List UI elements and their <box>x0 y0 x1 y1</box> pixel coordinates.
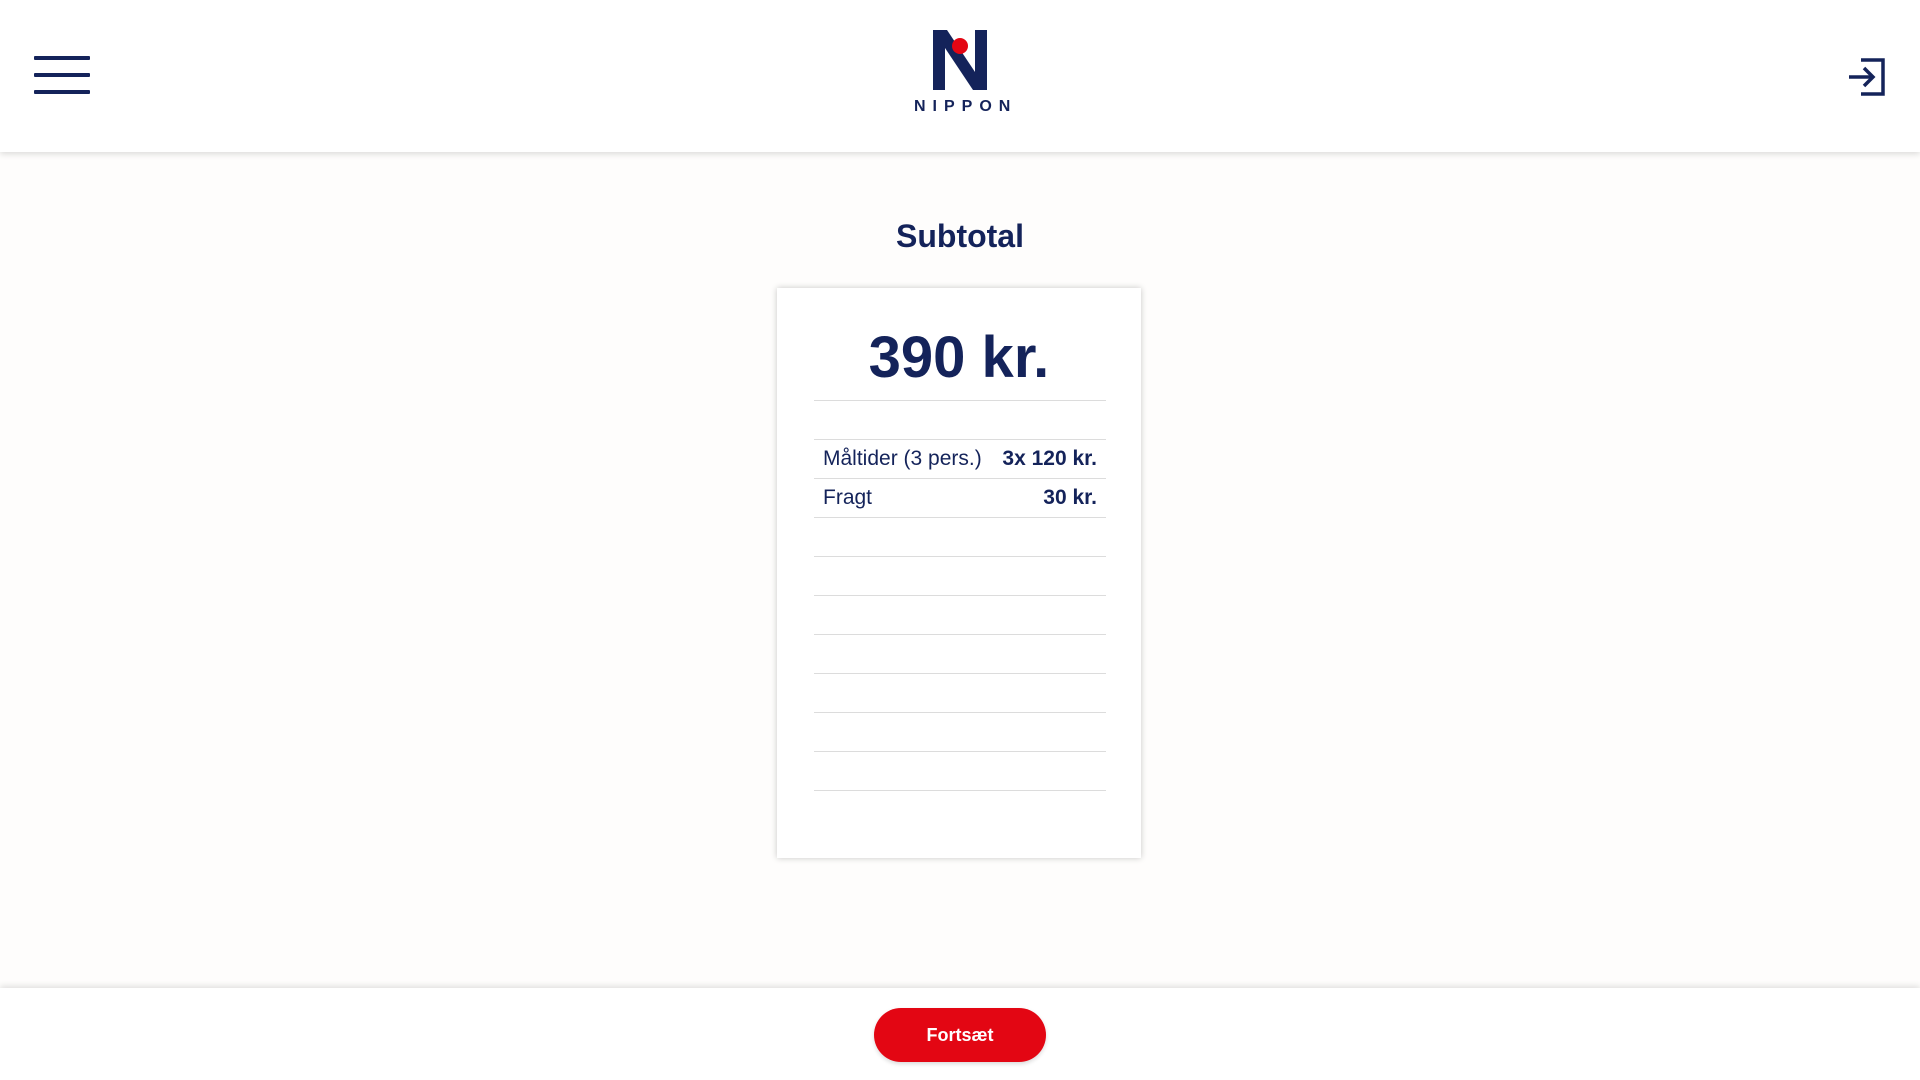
empty-row-line <box>814 673 1106 674</box>
empty-row-line <box>814 790 1106 791</box>
order-summary-card: 390 kr. Måltider (3 pers.) 3x 120 kr. Fr… <box>777 288 1141 858</box>
empty-row-line <box>814 712 1106 713</box>
logo-mark-icon <box>933 30 987 90</box>
summary-row-label: Måltider (3 pers.) <box>823 447 982 470</box>
empty-row-line <box>814 751 1106 752</box>
nippon-logo[interactable]: NIPPON <box>910 26 1010 120</box>
brand-name: NIPPON <box>914 98 1018 115</box>
continue-button[interactable]: Fortsæt <box>874 1008 1046 1062</box>
bottom-action-bar: Fortsæt <box>0 988 1920 1080</box>
divider <box>814 400 1106 401</box>
summary-row-label: Fragt <box>823 486 873 509</box>
summary-row-amount: 3x 120 kr. <box>1002 447 1097 470</box>
divider <box>814 517 1106 518</box>
summary-row: Måltider (3 pers.) 3x 120 kr. <box>814 440 1106 478</box>
top-header: NIPPON <box>0 0 1920 152</box>
total-amount: 390 kr. <box>868 325 1050 390</box>
summary-row: Fragt 30 kr. <box>814 479 1106 517</box>
page-title: Subtotal <box>896 218 1024 254</box>
login-icon[interactable] <box>1845 56 1889 98</box>
summary-row-amount: 30 kr. <box>1043 486 1097 509</box>
empty-row-line <box>814 556 1106 557</box>
hamburger-menu-icon[interactable] <box>34 56 92 96</box>
empty-row-line <box>814 595 1106 596</box>
empty-row-line <box>814 634 1106 635</box>
